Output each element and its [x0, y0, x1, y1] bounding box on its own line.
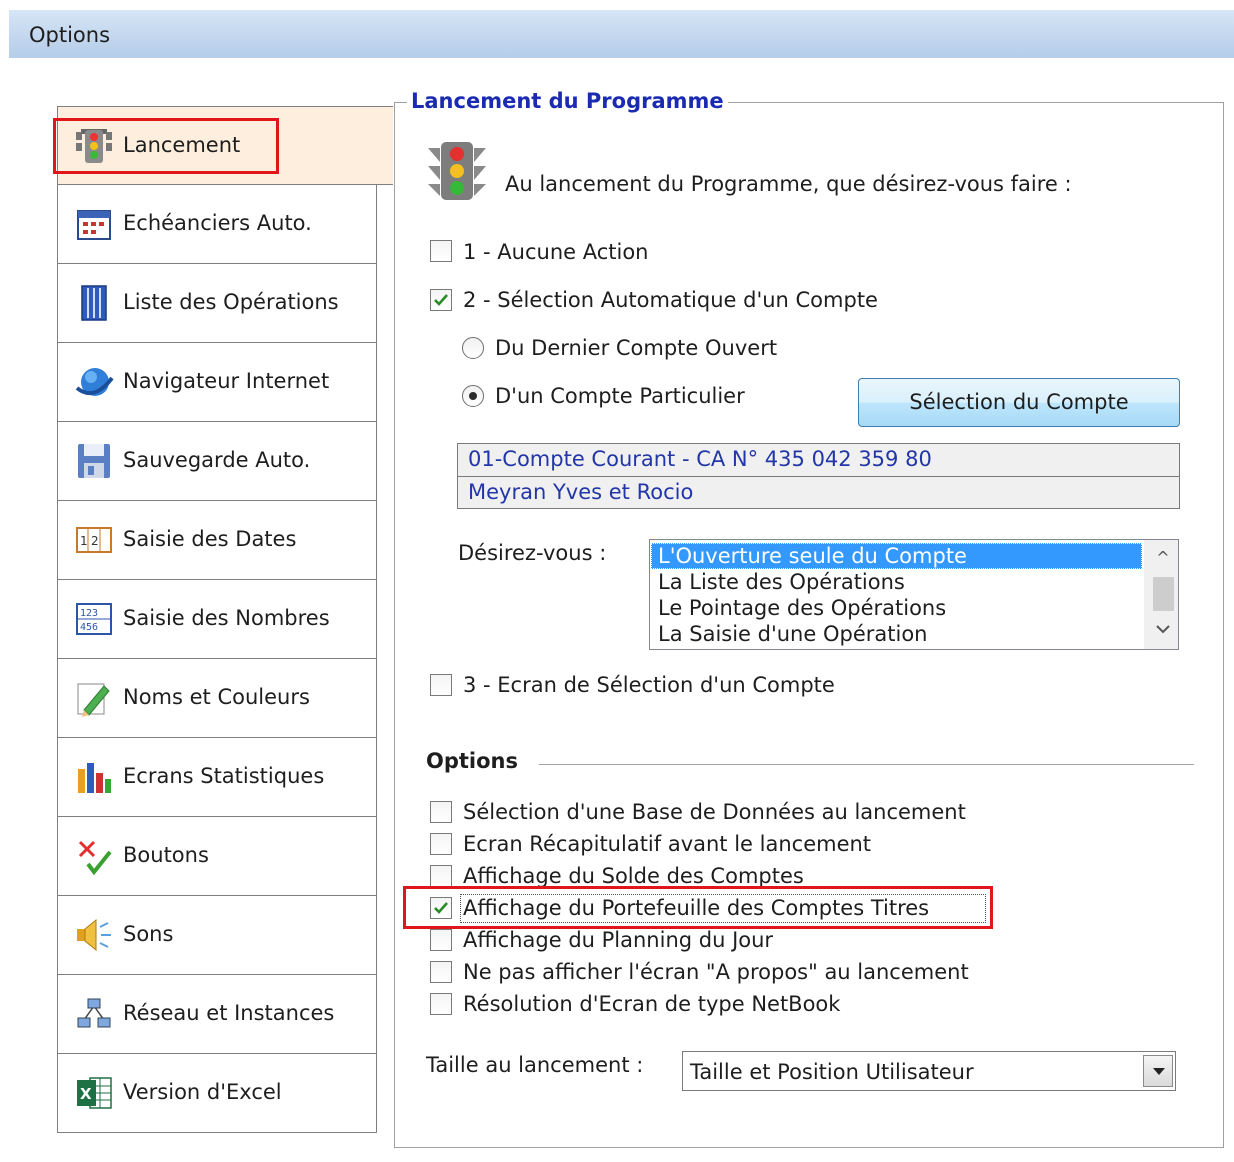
option-checkbox[interactable] [430, 833, 452, 855]
sidebar-item-label: Sauvegarde Auto. [123, 448, 311, 472]
svg-text:2: 2 [91, 534, 99, 548]
account-selection-screen-label: 3 - Ecran de Sélection d'un Compte [463, 673, 835, 697]
option-label: Affichage du Planning du Jour [463, 928, 774, 952]
sidebar-item-label: Version d'Excel [123, 1080, 282, 1104]
account-selection-screen-checkbox[interactable] [430, 674, 452, 696]
account-name-row: 01-Compte Courant - CA N° 435 042 359 80 [468, 447, 932, 471]
svg-text:1: 1 [80, 534, 88, 548]
number-input-icon: 123 456 [76, 603, 112, 635]
annotation-highlight-lancement [53, 118, 279, 174]
options-divider [539, 764, 1194, 765]
network-icon [77, 998, 111, 1028]
launch-size-value: Taille et Position Utilisateur [690, 1060, 974, 1084]
excel-icon: X [77, 1077, 112, 1109]
sidebar-item-label: Saisie des Dates [123, 527, 297, 551]
scrollbar-thumb[interactable] [1153, 577, 1174, 611]
globe-icon [75, 368, 114, 396]
option-label: Affichage du Solde des Comptes [463, 864, 804, 888]
list-item[interactable]: L'Ouverture seule du Compte [651, 543, 1142, 569]
auto-select-account-label: 2 - Sélection Automatique d'un Compte [463, 288, 878, 312]
option-label: Sélection d'une Base de Données au lance… [463, 800, 966, 824]
chevron-up-icon[interactable]: ^ [1153, 548, 1173, 567]
last-account-radio[interactable] [462, 337, 484, 359]
calendar-icon [77, 210, 111, 240]
sidebar-item-saisie-nombres[interactable]: 123 456 Saisie des Nombres [57, 580, 377, 659]
svg-text:456: 456 [80, 622, 98, 633]
sidebar-item-navigateur[interactable]: Navigateur Internet [57, 343, 377, 422]
list-item[interactable]: La Liste des Opérations [651, 569, 1142, 595]
sidebar-item-label: Ecrans Statistiques [123, 764, 325, 788]
window-titlebar: Options [9, 10, 1234, 58]
sidebar-item-echeanciers[interactable]: Echéanciers Auto. [57, 185, 377, 264]
floppy-disk-icon [78, 444, 110, 478]
sidebar-item-version-excel[interactable]: X Version d'Excel [57, 1054, 377, 1133]
option-checkbox[interactable] [430, 993, 452, 1015]
last-account-label: Du Dernier Compte Ouvert [495, 336, 778, 360]
sidebar-item-sons[interactable]: Sons [57, 896, 377, 975]
desire-listbox[interactable]: L'Ouverture seule du Compte La Liste des… [649, 539, 1179, 650]
sidebar-item-ecrans-statistiques[interactable]: Ecrans Statistiques [57, 738, 377, 817]
chevron-down-icon [1153, 1068, 1165, 1075]
sidebar-item-label: Navigateur Internet [123, 369, 330, 393]
sidebar-item-label: Boutons [123, 843, 209, 867]
sidebar-item-sauvegarde[interactable]: Sauvegarde Auto. [57, 422, 377, 501]
option-label: Résolution d'Ecran de type NetBook [463, 992, 841, 1016]
listbox-scrollbar[interactable]: ^ [1144, 540, 1178, 649]
option-label: Ne pas afficher l'écran "A propos" au la… [463, 960, 969, 984]
chevron-down-icon[interactable] [1156, 624, 1170, 634]
bar-chart-icon [78, 763, 111, 793]
selected-account-box: 01-Compte Courant - CA N° 435 042 359 80… [457, 443, 1180, 509]
list-columns-icon [81, 285, 107, 321]
sidebar-item-label: Liste des Opérations [123, 290, 339, 314]
desire-label: Désirez-vous : [458, 541, 607, 565]
option-checkbox[interactable] [430, 929, 452, 951]
date-input-icon: 12 [76, 527, 112, 553]
cross-check-icon [78, 840, 112, 876]
sidebar-item-label: Sons [123, 922, 174, 946]
launch-size-select[interactable]: Taille et Position Utilisateur [682, 1051, 1176, 1091]
sidebar-item-label: Réseau et Instances [123, 1001, 335, 1025]
options-section-title: Options [426, 749, 518, 773]
sidebar-item-label: Saisie des Nombres [123, 606, 330, 630]
dropdown-button[interactable] [1143, 1055, 1173, 1087]
pencil-icon [77, 683, 110, 717]
window-title: Options [29, 23, 111, 47]
select-account-button[interactable]: Sélection du Compte [858, 378, 1180, 427]
sidebar-item-saisie-dates[interactable]: 12 Saisie des Dates [57, 501, 377, 580]
specific-account-radio[interactable] [462, 385, 484, 407]
auto-select-account-checkbox[interactable] [430, 289, 452, 311]
launch-size-label: Taille au lancement : [426, 1053, 644, 1077]
svg-text:123: 123 [80, 608, 98, 619]
sidebar-item-label: Echéanciers Auto. [123, 211, 312, 235]
list-item[interactable]: Le Pointage des Opérations [651, 595, 1142, 621]
option-checkbox[interactable] [430, 865, 452, 887]
checkmark-icon [434, 294, 448, 306]
specific-account-label: D'un Compte Particulier [495, 384, 745, 408]
sidebar-item-noms-couleurs[interactable]: Noms et Couleurs [57, 659, 377, 738]
no-action-checkbox[interactable] [430, 240, 452, 262]
sidebar-item-label: Noms et Couleurs [123, 685, 310, 709]
traffic-light-icon [428, 142, 486, 200]
option-checkbox[interactable] [430, 961, 452, 983]
option-checkbox[interactable] [430, 801, 452, 823]
no-action-label: 1 - Aucune Action [463, 240, 649, 264]
svg-text:X: X [80, 1085, 92, 1103]
speaker-icon [77, 918, 111, 952]
sidebar-item-boutons[interactable]: Boutons [57, 817, 377, 896]
list-item[interactable]: La Saisie d'une Opération [651, 621, 1142, 647]
launch-question: Au lancement du Programme, que désirez-v… [505, 172, 1072, 196]
annotation-highlight-portefeuille [403, 886, 993, 929]
option-label: Ecran Récapitulatif avant le lancement [463, 832, 872, 856]
sidebar-item-liste-operations[interactable]: Liste des Opérations [57, 264, 377, 343]
sidebar-item-reseau[interactable]: Réseau et Instances [57, 975, 377, 1054]
panel-legend: Lancement du Programme [407, 89, 728, 113]
account-holder-row: Meyran Yves et Rocio [458, 476, 1179, 509]
